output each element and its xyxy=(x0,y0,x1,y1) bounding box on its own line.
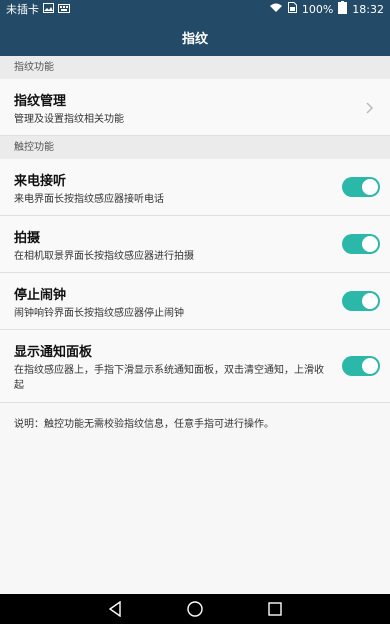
settings-content[interactable]: 指纹功能 指纹管理 管理及设置指纹相关功能 触控功能 来电接听 来电界面长按指纹… xyxy=(0,56,390,594)
take-photo-subtitle: 在相机取景界面长按指纹感应器进行拍摄 xyxy=(14,251,194,262)
wifi-icon xyxy=(269,3,283,16)
chevron-right-icon xyxy=(362,100,376,114)
stop-alarm-title: 停止闹钟 xyxy=(14,288,67,303)
answer-call-item[interactable]: 来电接听 来电界面长按指纹感应器接听电话 xyxy=(0,159,390,216)
fingerprint-manage-title: 指纹管理 xyxy=(14,94,67,109)
toggle-knob xyxy=(362,293,378,309)
status-bar: 未插卡 100% 18:32 xyxy=(0,0,390,18)
keyboard-icon xyxy=(58,3,70,16)
notification-panel-toggle[interactable] xyxy=(342,356,380,376)
notification-panel-title: 显示通知面板 xyxy=(14,345,93,360)
stop-alarm-subtitle: 闹钟响铃界面长按指纹感应器停止闹钟 xyxy=(14,308,184,319)
fingerprint-manage-subtitle: 管理及设置指纹相关功能 xyxy=(14,114,124,125)
status-left: 未插卡 xyxy=(6,1,70,17)
toggle-knob xyxy=(362,358,378,374)
status-right: 100% 18:32 xyxy=(269,1,384,17)
answer-call-toggle[interactable] xyxy=(342,177,380,197)
carrier-text: 未插卡 xyxy=(6,3,39,16)
take-photo-title: 拍摄 xyxy=(14,231,41,246)
section-header-fingerprint: 指纹功能 xyxy=(0,56,390,79)
notification-panel-subtitle: 在指纹感应器上，手指下滑显示系统通知面板，双击清空通知，上滑收起 xyxy=(14,365,324,391)
recents-square-icon[interactable] xyxy=(266,600,284,618)
toggle-knob xyxy=(362,236,378,252)
battery-percent: 100% xyxy=(301,2,334,16)
stop-alarm-toggle[interactable] xyxy=(342,291,380,311)
battery-icon xyxy=(338,1,348,17)
notification-panel-item[interactable]: 显示通知面板 在指纹感应器上，手指下滑显示系统通知面板，双击清空通知，上滑收起 xyxy=(0,330,390,403)
fingerprint-manage-item[interactable]: 指纹管理 管理及设置指纹相关功能 xyxy=(0,79,390,136)
page-title: 指纹 xyxy=(181,31,208,47)
clock: 18:32 xyxy=(352,2,384,16)
navigation-bar xyxy=(0,594,390,624)
section-header-touch: 触控功能 xyxy=(0,136,390,159)
sim-icon xyxy=(287,2,297,16)
home-circle-icon[interactable] xyxy=(186,600,204,618)
touch-note: 说明：触控功能无需校验指纹信息，任意手指可进行操作。 xyxy=(14,419,274,430)
take-photo-item[interactable]: 拍摄 在相机取景界面长按指纹感应器进行拍摄 xyxy=(0,216,390,273)
app-bar: 指纹 xyxy=(0,18,390,56)
answer-call-subtitle: 来电界面长按指纹感应器接听电话 xyxy=(14,194,164,205)
stop-alarm-item[interactable]: 停止闹钟 闹钟响铃界面长按指纹感应器停止闹钟 xyxy=(0,273,390,330)
image-icon xyxy=(43,2,54,16)
toggle-knob xyxy=(362,179,378,195)
answer-call-title: 来电接听 xyxy=(14,174,67,189)
back-triangle-icon[interactable] xyxy=(106,600,124,618)
take-photo-toggle[interactable] xyxy=(342,234,380,254)
